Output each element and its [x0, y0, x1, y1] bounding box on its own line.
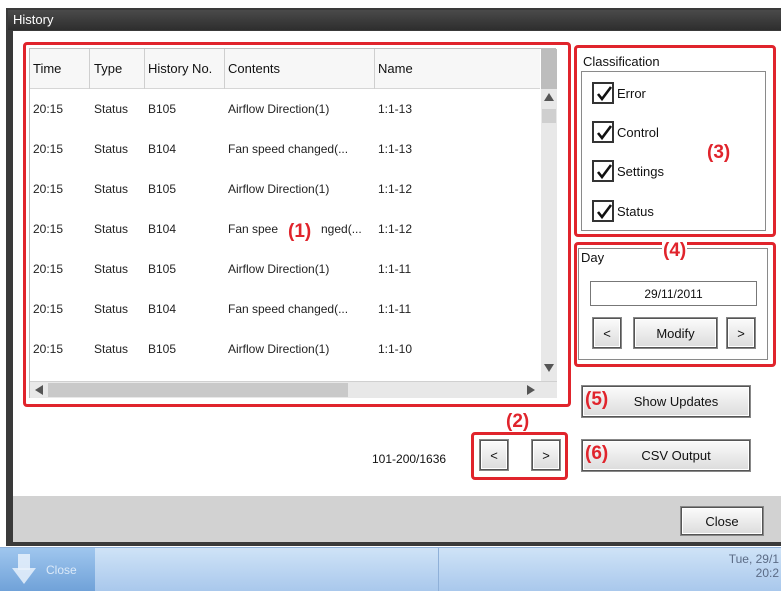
- annotation-box-2: [471, 432, 568, 480]
- down-arrow-icon: [12, 554, 36, 584]
- marker-4: (4): [662, 240, 688, 261]
- annotation-box-3: [574, 45, 776, 237]
- clock-time: 20:2: [755, 566, 779, 580]
- window-footer: [13, 496, 781, 542]
- taskbar: Close Tue, 29/1 20:2: [0, 547, 781, 591]
- window-title: History: [8, 10, 781, 30]
- marker-3: (3): [707, 142, 731, 163]
- taskbar-close-button[interactable]: Close: [0, 548, 95, 591]
- marker-5: (5): [585, 389, 609, 410]
- taskbar-close-label: Close: [46, 563, 77, 577]
- marker-1: (1): [287, 221, 313, 242]
- page-range-text: 101-200/1636: [372, 452, 447, 466]
- marker-2: (2): [505, 411, 531, 432]
- taskbar-separator: [438, 548, 439, 591]
- clock: Tue, 29/1 20:2: [729, 552, 779, 580]
- marker-6: (6): [585, 443, 609, 464]
- close-button[interactable]: Close: [681, 507, 763, 535]
- clock-date: Tue, 29/1: [728, 552, 779, 566]
